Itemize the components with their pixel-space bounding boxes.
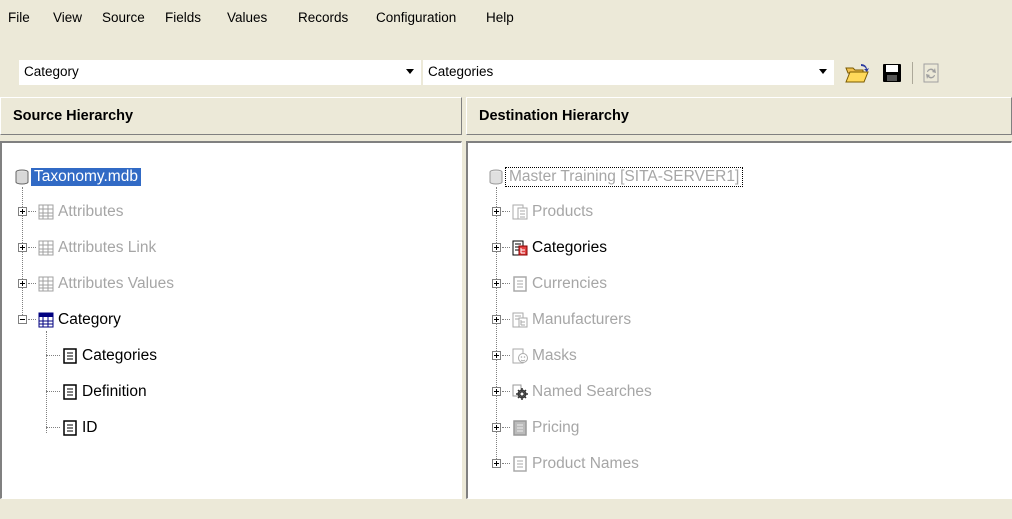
tree-line [496, 187, 498, 463]
chevron-down-icon[interactable] [406, 69, 414, 74]
save-icon[interactable] [879, 60, 905, 86]
source-tree[interactable]: Taxonomy.mdb Attributes Attributes Link … [0, 141, 462, 499]
destination-hierarchy-header: Destination Hierarchy [466, 97, 1012, 135]
gear-icon [512, 384, 528, 400]
expand-icon[interactable] [492, 279, 501, 288]
field-icon [63, 420, 77, 436]
source-item-label: Attributes Values [58, 275, 175, 292]
source-item-label: Category [58, 311, 121, 328]
destination-item-label: Currencies [532, 275, 607, 292]
products-table-icon [512, 204, 528, 220]
tree-line [502, 247, 510, 249]
source-hierarchy-header: Source Hierarchy [0, 97, 462, 135]
field-label: Definition [82, 383, 147, 400]
destination-item-label: Masks [532, 347, 577, 364]
lookup-table-icon [513, 276, 527, 292]
source-table-dropdown[interactable]: Category [19, 60, 421, 85]
source-root-label: Taxonomy.mdb [31, 168, 141, 186]
destination-item-label: Pricing [532, 419, 580, 436]
expand-icon[interactable] [18, 279, 27, 288]
expand-icon[interactable] [18, 243, 27, 252]
menu-view[interactable]: View [53, 10, 82, 25]
destination-hierarchy-title: Destination Hierarchy [479, 108, 629, 124]
source-table-value: Category [24, 64, 79, 79]
menu-source[interactable]: Source [102, 10, 145, 25]
open-folder-icon[interactable] [844, 60, 870, 86]
source-item-label: Attributes [58, 203, 124, 220]
table-icon [38, 312, 54, 328]
table-icon [38, 204, 54, 220]
field-icon [63, 348, 77, 364]
menu-file[interactable]: File [8, 10, 30, 25]
menu-configuration[interactable]: Configuration [376, 10, 456, 25]
destination-item-label: Products [532, 203, 594, 220]
source-hierarchy-panel: Source Hierarchy Taxonomy.mdb Attributes… [0, 97, 462, 499]
tree-line [46, 427, 60, 429]
lookup-table-icon [513, 456, 527, 472]
table-icon [38, 240, 54, 256]
menu-values[interactable]: Values [227, 10, 267, 25]
destination-hierarchy-panel: Destination Hierarchy Master Training [S… [466, 97, 1012, 499]
tree-line [502, 391, 510, 393]
tree-line [502, 283, 510, 285]
collapse-icon[interactable] [18, 315, 27, 324]
mask-icon [512, 348, 528, 364]
menu-fields[interactable]: Fields [165, 10, 201, 25]
status-bar [0, 500, 1012, 519]
menu-help[interactable]: Help [486, 10, 514, 25]
destination-item-label: Product Names [532, 455, 639, 472]
source-item-label: Attributes Link [58, 239, 157, 256]
expand-icon[interactable] [492, 243, 501, 252]
source-hierarchy-title: Source Hierarchy [13, 108, 134, 124]
destination-tree[interactable]: Master Training [SITA-SERVER1] Products [466, 141, 1012, 499]
expand-icon[interactable] [492, 351, 501, 360]
destination-table-dropdown[interactable]: Categories [423, 60, 834, 85]
tree-line [46, 331, 48, 433]
toolbar-separator [912, 62, 913, 84]
destination-item-label: Named Searches [532, 383, 652, 400]
hierarchy-table-icon [512, 312, 528, 328]
tree-line [502, 427, 510, 429]
tree-line [46, 391, 60, 393]
field-label: Categories [82, 347, 157, 364]
tree-line [28, 283, 36, 285]
expand-icon[interactable] [492, 423, 501, 432]
expand-icon[interactable] [492, 459, 501, 468]
expand-icon[interactable] [18, 207, 27, 216]
destination-item-label: Manufacturers [532, 311, 632, 328]
tree-line [46, 355, 60, 357]
table-icon [38, 276, 54, 292]
expand-icon[interactable] [492, 387, 501, 396]
field-label: ID [82, 419, 98, 436]
tree-line [28, 319, 36, 321]
expand-icon[interactable] [492, 315, 501, 324]
tree-line [28, 247, 36, 249]
destination-root-label: Master Training [SITA-SERVER1] [505, 167, 744, 187]
tree-line [502, 211, 510, 213]
tree-line [502, 463, 510, 465]
tree-line [502, 319, 510, 321]
database-icon [15, 169, 29, 185]
menu-bar: File View Source Fields Values Records C… [0, 0, 1012, 36]
tree-line [502, 355, 510, 357]
pricing-table-icon [513, 420, 527, 436]
refresh-icon[interactable] [918, 60, 944, 86]
destination-table-value: Categories [428, 64, 494, 79]
hierarchy-table-icon [512, 240, 528, 256]
field-icon [63, 384, 77, 400]
chevron-down-icon[interactable] [819, 69, 827, 74]
destination-item-label: Categories [532, 239, 607, 256]
expand-icon[interactable] [492, 207, 501, 216]
menu-records[interactable]: Records [298, 10, 348, 25]
tree-line [28, 211, 36, 213]
database-icon [489, 169, 503, 185]
